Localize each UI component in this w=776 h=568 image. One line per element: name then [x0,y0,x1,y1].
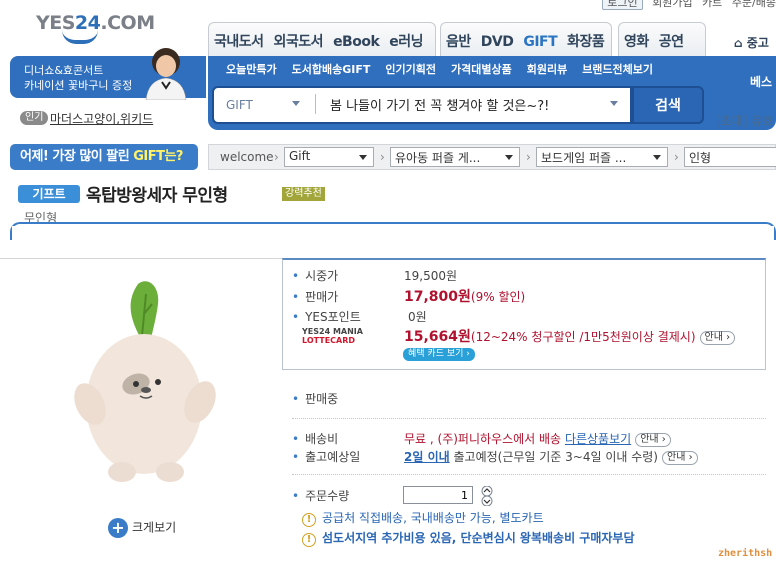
tab-ebook[interactable]: eBook [328,26,384,50]
divider [0,258,282,259]
search-input[interactable] [330,92,600,116]
list-price-value: 19,500원 [404,269,458,283]
search-divider [315,94,316,114]
sale-price-value: 17,800원(9% 할인) [404,289,526,305]
release-date-label: 출고예상일 [292,448,360,465]
product-image[interactable] [62,274,226,494]
search-history-chevron-icon[interactable] [610,101,618,106]
popular-badge: 인기 [20,111,49,125]
yes-point-value: 0원 [408,310,427,324]
login-link[interactable]: 로그인 [602,0,643,10]
breadcrumb-select-gift[interactable]: Gift [284,147,374,167]
tab-foreign-books[interactable]: 외국도서 [269,23,329,51]
breadcrumb-select-boardgame[interactable]: 보드게임 퍼즐 ... [536,147,668,167]
plus-icon: + [108,518,128,538]
category-tab-group-media: 음반 DVD GIFT 화장품 [440,22,612,56]
sale-price-label: 판매가 [292,288,338,305]
breadcrumb-chevron-icon: › [674,150,679,164]
subnav-popular-promo[interactable]: 인기기획전 [385,63,436,76]
breadcrumb-welcome: welcome [220,150,274,164]
sale-status: 판매중 [292,390,338,407]
shipping-fee-label: 배송비 [292,430,338,447]
card-guide-button[interactable]: 안내 › [699,330,736,345]
shipping-fee-value: 무료 , (주)퍼니하우스에서 배송 다른상품보기 안내 › [404,430,671,447]
subnav-all-brands[interactable]: 브랜드전체보기 [582,63,653,76]
breadcrumb-chevron-icon: › [380,150,385,164]
tab-cosmetics[interactable]: 화장품 [562,23,609,51]
quantity-input[interactable] [403,486,473,504]
release-guide-button[interactable]: 안내 › [662,450,698,465]
category-tab-group-culture: 영화 공연 [618,22,706,56]
breadcrumb-chevron-icon: › [274,150,279,164]
breadcrumb-chevron-icon: › [526,150,531,164]
home-icon: ⌂ [734,36,743,50]
zoom-button[interactable]: + 크게보기 [108,518,176,538]
tab-music[interactable]: 음반 [441,23,476,51]
card-price-value: 15,664원(12~24% 청구할인 /1만5천원이상 결제시) 안내 › [404,326,736,346]
popular-keywords-link[interactable]: 마더스고양이,위키드 [50,110,153,127]
strong-recommend-badge: 강력추천 [282,187,325,201]
promo-person-image [145,48,187,100]
tab-dvd[interactable]: DVD [476,26,519,50]
subnav-price-range[interactable]: 가격대별상품 [451,63,512,76]
divider [292,474,766,475]
chevron-down-icon[interactable] [292,101,300,106]
tab-movie[interactable]: 영화 [619,23,654,51]
info-icon: ! [302,533,316,547]
delivery-note-2: ! 섬도서지역 추가비용 있음, 단순변심시 왕복배송비 구매자부담 [302,529,635,547]
cart-link[interactable]: 카트 [702,0,722,9]
info-icon: ! [302,513,316,527]
search-button[interactable]: 검색 [632,86,704,124]
quantity-stepper[interactable] [480,486,494,506]
order-qty-label: 주문수량 [292,487,349,504]
subnav-bundle-gift[interactable]: 도서합배송GIFT [292,63,371,76]
logo-smile-icon [62,30,98,44]
benefit-card-button[interactable]: 혜택 카드 보기 › [403,348,475,361]
tab-performance[interactable]: 공연 [654,23,689,51]
gift-category-tag: 기프트 [18,185,80,203]
subnav-member-review[interactable]: 회원리뷰 [527,63,567,76]
gift-subnav: 오늘만특가 도서합배송GIFT 인기기획전 가격대별상품 회원리뷰 브랜드전체보기 [226,61,668,77]
watermark: zherithsh [718,548,773,559]
top-utility-links: 로그인 회원가입 카트 주문/배송 [596,0,776,10]
delivery-note-1: ! 공급처 직접배송, 국내배송만 가능, 별도카트 [302,509,544,527]
tab-elearning[interactable]: e러닝 [384,23,428,51]
title-divider-mask [12,226,774,246]
tab-domestic-books[interactable]: 국내도서 [209,23,269,51]
search-category-select[interactable]: GIFT [226,98,253,112]
breadcrumb-select-kids-puzzle[interactable]: 유아동 퍼즐 게... [390,147,520,167]
product-title: 옥탑방왕세자 무인형 [86,186,228,206]
tab-gift[interactable]: GIFT [518,26,562,50]
lotte-card-logo: YES24 MANIA LOTTECARD [302,327,363,345]
yesterday-best-gift-banner[interactable]: 어제! 가장 많이 팔린 GIFT는? [10,144,198,170]
breadcrumb-select-doll[interactable]: 인형 [684,147,776,167]
bestseller-link[interactable]: 베스 [750,73,772,90]
other-products-link[interactable]: 다른상품보기 [565,432,631,446]
join-link[interactable]: 회원가입 [652,0,692,9]
used-books-link[interactable]: ⌂ 중고 [734,34,769,51]
order-delivery-link[interactable]: 주문/배송 [732,0,776,9]
release-date-value: 2일 이내 출고예정(근무일 기준 3~4일 이내 수령) 안내 › [404,448,698,465]
divider [292,418,766,419]
shipping-guide-button[interactable]: 안내 › [635,432,671,447]
release-date-link[interactable]: 2일 이내 [404,450,450,464]
list-price-label: 시중가 [292,267,338,284]
subnav-today-special[interactable]: 오늘만특가 [226,63,277,76]
category-tab-group-books: 국내도서 외국도서 eBook e러닝 [208,22,436,56]
invite-link[interactable]: [초대] 유효 [716,112,773,129]
yes-point-label: YES포인트 [292,308,361,325]
